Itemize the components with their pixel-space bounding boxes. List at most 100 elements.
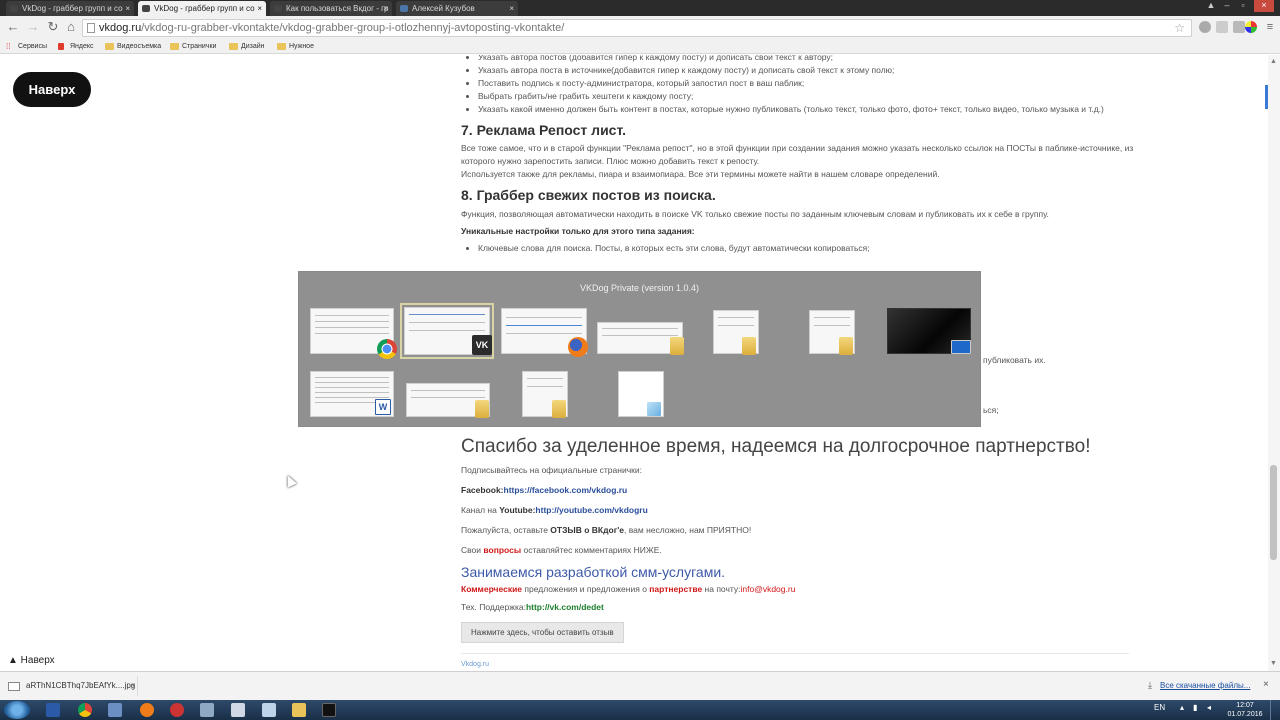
volume-icon[interactable]: ◂ bbox=[1207, 703, 1211, 712]
heading-search-grabber: 8. Граббер свежих постов из поиска. bbox=[461, 187, 716, 203]
page-scrollbar[interactable] bbox=[1268, 55, 1280, 671]
explorer-taskbar-icon[interactable] bbox=[292, 703, 306, 717]
footer-link[interactable]: Vkdog.ru bbox=[461, 661, 489, 668]
partial-text: публиковать их. bbox=[983, 355, 1046, 365]
review-row: Пожалуйста, оставьте ОТЗЫВ о ВКдог'е, ва… bbox=[461, 525, 752, 535]
back-icon[interactable]: ← bbox=[6, 20, 20, 34]
subheading: Уникальные настройки только для этого ти… bbox=[461, 226, 695, 236]
scroll-top-link[interactable]: ▲ Наверх bbox=[8, 655, 55, 666]
yandex-taskbar-icon[interactable] bbox=[170, 703, 184, 717]
tab-close-icon[interactable]: × bbox=[509, 1, 514, 16]
extension-stop-icon[interactable] bbox=[1199, 21, 1211, 33]
start-button-icon[interactable] bbox=[4, 701, 30, 719]
thanks-heading: Спасибо за уделенное время, надеемся на … bbox=[461, 436, 1091, 457]
forward-icon[interactable]: → bbox=[26, 20, 40, 34]
tab-close-icon[interactable]: × bbox=[125, 1, 130, 16]
show-desktop-button[interactable] bbox=[1270, 700, 1280, 720]
menu-icon[interactable]: ≡ bbox=[1263, 20, 1277, 34]
image-file-icon bbox=[8, 682, 20, 691]
switcher-title: VKDog Private (version 1.0.4) bbox=[579, 283, 700, 293]
review-button-wrap: Нажмите здесь, чтобы оставить отзыв bbox=[461, 622, 1141, 643]
vkdog-favicon-icon bbox=[274, 5, 282, 12]
reload-icon[interactable]: ↻ bbox=[46, 20, 60, 34]
maximize-icon[interactable]: ▫ bbox=[1236, 0, 1250, 12]
youtube-link[interactable]: http://youtube.com/vkdogru bbox=[535, 505, 647, 515]
folder-icon bbox=[552, 400, 566, 418]
scroll-down-arrow-icon[interactable]: ▼ bbox=[1270, 660, 1277, 667]
vk-favicon-icon bbox=[400, 5, 408, 12]
app-taskbar-icon[interactable] bbox=[231, 703, 245, 717]
paragraph: Все тоже самое, что и в старой функции "… bbox=[461, 143, 1134, 166]
scroll-up-arrow-icon[interactable]: ▲ bbox=[1270, 58, 1277, 65]
download-shelf-close-icon[interactable]: × bbox=[1263, 679, 1269, 690]
network-icon[interactable]: ▮ bbox=[1193, 703, 1197, 712]
firefox-icon bbox=[568, 337, 588, 357]
bookmark-pages[interactable]: Странички bbox=[170, 40, 216, 53]
address-bar[interactable]: vkdog.ru/vkdog-ru-grabber-vkontakte/vkdo… bbox=[82, 19, 1192, 37]
vk-icon: VK bbox=[472, 335, 492, 355]
list-item: Выбрать грабить/не грабить хештеги к каж… bbox=[478, 90, 1141, 103]
unique-settings-list: Ключевые слова для поиска. Посты, в кото… bbox=[461, 242, 1141, 255]
window-switcher: VKDog Private (version 1.0.4) VK W bbox=[298, 271, 981, 427]
tray-arrow-icon[interactable]: ▴ bbox=[1180, 703, 1184, 712]
profile-icon[interactable]: ▲ bbox=[1204, 0, 1218, 12]
heading-repost-list: 7. Реклама Репост лист. bbox=[461, 122, 626, 138]
leave-review-button[interactable]: Нажмите здесь, чтобы оставить отзыв bbox=[461, 622, 624, 643]
chrome-taskbar-icon[interactable] bbox=[78, 703, 92, 717]
tab-vkdog-2-active[interactable]: VkDog - граббер групп и со × bbox=[138, 1, 266, 16]
download-menu-icon[interactable]: ▾ bbox=[131, 676, 135, 696]
bookmark-video[interactable]: Видеосъемка bbox=[105, 40, 161, 53]
vkdog-favicon-icon bbox=[10, 5, 18, 12]
article: Указать автора постов (добавится гипер к… bbox=[461, 55, 1141, 255]
tab-close-icon[interactable]: × bbox=[257, 1, 262, 16]
firefox-taskbar-icon[interactable] bbox=[140, 703, 154, 717]
subscribe-text: Подписывайтесь на официальные странички: bbox=[461, 465, 642, 475]
home-icon[interactable]: ⌂ bbox=[64, 20, 78, 34]
vkdog-favicon-icon bbox=[142, 5, 150, 12]
tab-close-icon[interactable]: × bbox=[383, 1, 388, 16]
partial-text: ься; bbox=[983, 405, 999, 415]
apps-grid-icon: ⁞⁞ bbox=[6, 42, 11, 51]
download-shelf: aRThN1CBThq7JbEAfYk....jpg ▾ ⤓ Все скача… bbox=[0, 671, 1280, 700]
extension-box-icon[interactable] bbox=[1233, 21, 1245, 33]
language-indicator[interactable]: EN bbox=[1154, 703, 1165, 712]
facebook-row: Facebook:https://facebook.com/vkdog.ru bbox=[461, 485, 628, 495]
tab-aleksey[interactable]: Алексей Кузубов × bbox=[396, 1, 518, 16]
bookmark-design[interactable]: Дизайн bbox=[229, 40, 265, 53]
list-item: Поставить подпись к посту-администратора… bbox=[478, 77, 1141, 90]
scrollbar-thumb[interactable] bbox=[1270, 465, 1277, 560]
bookmark-star-icon[interactable]: ☆ bbox=[1174, 20, 1185, 36]
questions-row: Свои вопросы оставляйтес комментариях НИ… bbox=[461, 545, 662, 555]
app-taskbar-icon[interactable] bbox=[200, 703, 214, 717]
bookmark-needed[interactable]: Нужное bbox=[277, 40, 314, 53]
email-link[interactable]: info@vkdog.ru bbox=[741, 584, 796, 594]
facebook-link[interactable]: https://facebook.com/vkdog.ru bbox=[504, 485, 628, 495]
download-arrow-icon: ⤓ bbox=[1148, 680, 1152, 690]
bookmark-yandex[interactable]: Яндекс bbox=[58, 40, 94, 53]
extension-search-icon[interactable] bbox=[1216, 21, 1228, 33]
tab-vkdog-1[interactable]: VkDog - граббер групп и со × bbox=[6, 1, 134, 16]
article-bottom: Спасибо за уделенное время, надеемся на … bbox=[461, 434, 1141, 671]
app-taskbar-icon[interactable] bbox=[262, 703, 276, 717]
list-item: Указать автора постов (добавится гипер к… bbox=[478, 55, 1141, 64]
clock[interactable]: 12:07 01.07.2016 bbox=[1222, 701, 1268, 719]
show-all-downloads-link[interactable]: Все скачанные файлы... bbox=[1160, 676, 1250, 696]
download-item[interactable]: aRThN1CBThq7JbEAfYk....jpg ▾ bbox=[4, 676, 138, 696]
extension-colorful-icon[interactable] bbox=[1245, 21, 1257, 33]
minimize-icon[interactable]: – bbox=[1220, 0, 1234, 12]
chrome-icon bbox=[377, 339, 397, 359]
save-taskbar-icon[interactable] bbox=[108, 703, 122, 717]
youtube-row: Канал на Youtube:http://youtube.com/vkdo… bbox=[461, 505, 648, 515]
word-taskbar-icon[interactable] bbox=[46, 703, 60, 717]
tab-how-to-use[interactable]: Как пользоваться Вкдог - гр × bbox=[270, 1, 392, 16]
scroll-marker bbox=[1265, 85, 1268, 109]
folder-icon bbox=[277, 43, 286, 50]
page-icon bbox=[87, 23, 95, 33]
bookmark-services[interactable]: ⁞⁞ Сервисы bbox=[6, 40, 47, 53]
paragraph: Функция, позволяющая автоматически наход… bbox=[461, 209, 1049, 219]
vkdog-taskbar-icon[interactable] bbox=[322, 703, 336, 717]
support-link[interactable]: http://vk.com/dedet bbox=[526, 602, 604, 612]
scroll-top-button[interactable]: Наверх bbox=[13, 72, 91, 107]
folder-icon bbox=[105, 43, 114, 50]
window-close-icon[interactable]: × bbox=[1254, 0, 1274, 12]
